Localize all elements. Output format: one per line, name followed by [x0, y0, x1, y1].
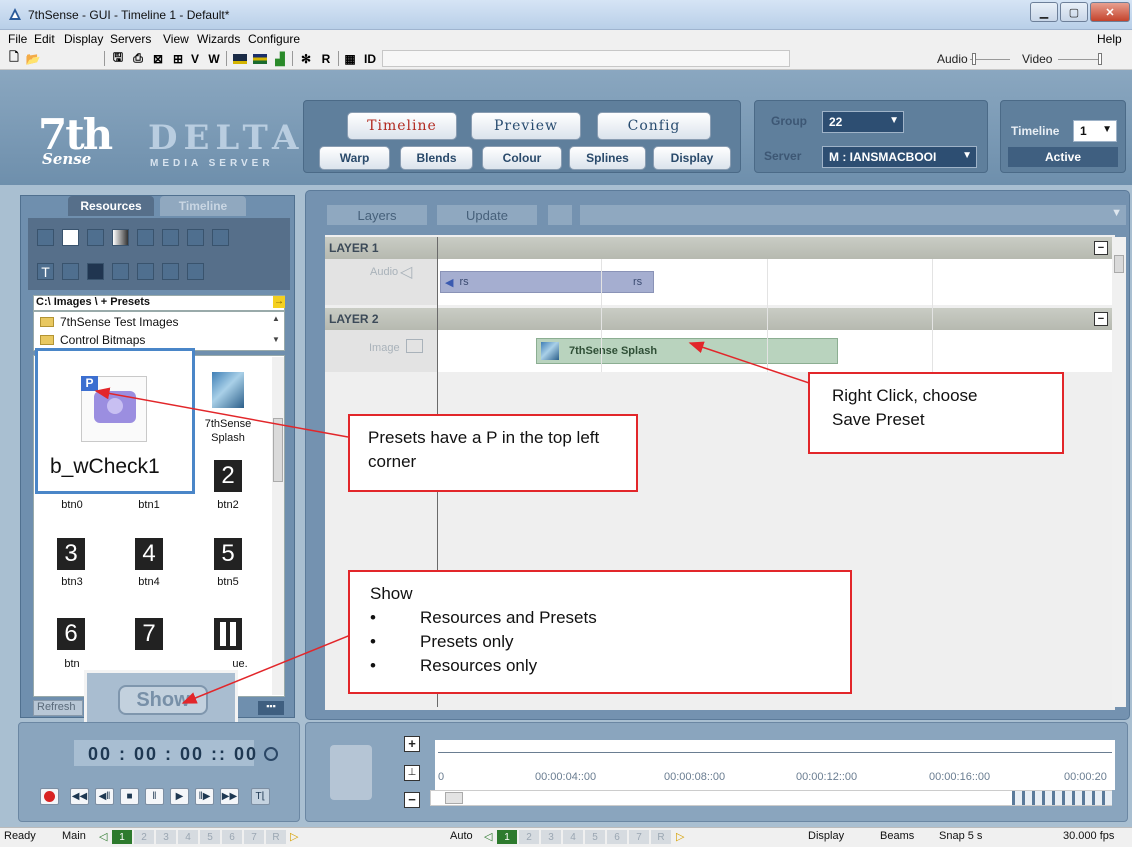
show-option: Resources only: [420, 656, 538, 675]
show-option-row: • Resources only: [370, 654, 850, 678]
arrow-to-show: [181, 631, 359, 704]
show-option-row: • Presets only: [370, 630, 850, 654]
arrow-to-preset: [94, 387, 349, 438]
save-note-line-2: Save Preset: [832, 410, 925, 429]
show-option: Resources and Presets: [420, 608, 597, 627]
presets-note-text: Presets have a P in the top left corner: [368, 428, 600, 471]
save-preset-note: Right Click, choose Save Preset: [808, 372, 1064, 454]
show-option-row: • Resources and Presets: [370, 606, 850, 630]
show-options-note: Show • Resources and Presets • Presets onl…: [348, 570, 852, 694]
save-note-line-1: Right Click, choose: [832, 386, 978, 405]
show-option: Presets only: [420, 632, 514, 651]
presets-note: Presets have a P in the top left corner: [348, 414, 638, 492]
show-note-title: Show: [370, 584, 413, 603]
